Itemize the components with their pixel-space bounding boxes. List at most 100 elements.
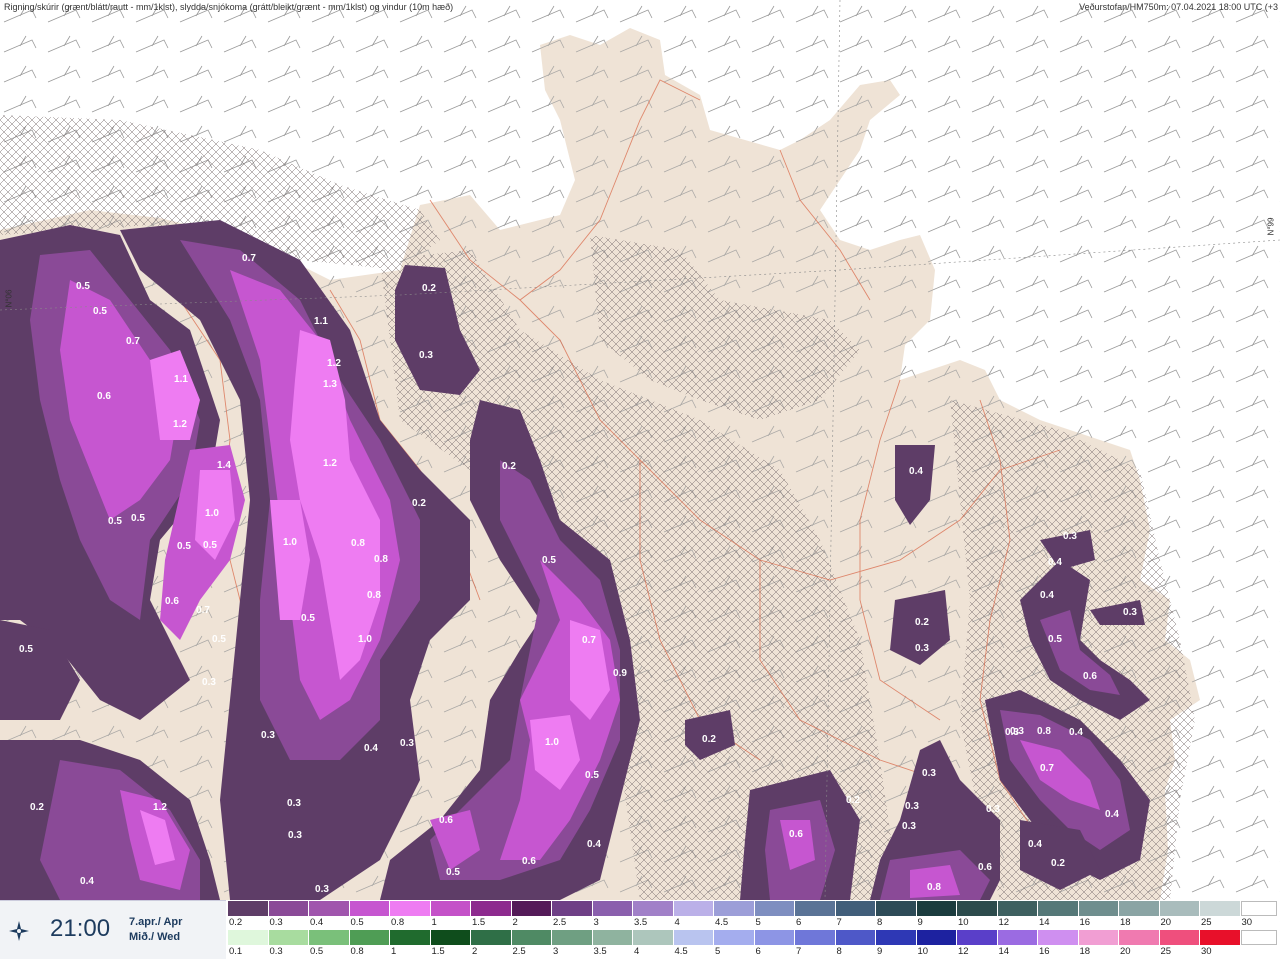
precip-value-label: 0.2 — [915, 617, 929, 628]
rain-swatch — [349, 930, 390, 945]
precip-value-label: 0.6 — [97, 391, 111, 402]
rain-swatch — [1119, 930, 1160, 945]
rain-label: 30 — [1201, 946, 1212, 957]
rain-swatch-end — [1240, 930, 1277, 945]
precip-value-label: 0.4 — [909, 466, 923, 477]
precip-value-label: 0.5 — [542, 555, 556, 566]
snow-label: 10 — [958, 917, 969, 928]
rain-label: 1.5 — [431, 946, 445, 957]
snow-label: 18 — [1120, 917, 1131, 928]
snow-swatch — [430, 901, 471, 916]
snow-swatch — [309, 901, 350, 916]
vedurstofan-logo-icon — [9, 921, 29, 941]
snow-label: 4 — [674, 917, 680, 928]
snow-label: 0.3 — [269, 917, 283, 928]
precip-value-label: 1.0 — [205, 508, 219, 519]
snow-swatch — [876, 901, 917, 916]
snow-swatch — [228, 901, 269, 916]
precip-value-label: 0.3 — [986, 804, 1000, 815]
forecast-date: 7.apr./ Apr — [129, 916, 183, 928]
precip-value-label: 0.5 — [131, 513, 145, 524]
rain-label: 6 — [755, 946, 761, 957]
precip-value-label: 0.6 — [789, 829, 803, 840]
snow-label: 0.5 — [350, 917, 364, 928]
snow-label: 0.4 — [310, 917, 324, 928]
precip-value-label: 0.6 — [439, 815, 453, 826]
precip-value-label: 0.3 — [905, 801, 919, 812]
precip-value-label: 0.3 — [202, 677, 216, 688]
rain-swatch — [592, 930, 633, 945]
rain-label: 4.5 — [674, 946, 688, 957]
snow-label: 2 — [512, 917, 518, 928]
snow-label: 7 — [836, 917, 842, 928]
model-run-info: Veðurstofan/HM750m: 07.04.2021 18:00 UTC… — [1079, 2, 1278, 12]
rain-swatch — [1159, 930, 1200, 945]
rain-swatch — [754, 930, 795, 945]
snow-label: 9 — [917, 917, 923, 928]
precip-value-label: 1.2 — [153, 802, 167, 813]
snow-swatch — [1078, 901, 1119, 916]
precip-value-label: 0.5 — [585, 770, 599, 781]
rain-swatch — [633, 930, 674, 945]
snow-swatch — [1038, 901, 1079, 916]
precip-value-label: 0.3 — [261, 730, 275, 741]
precip-value-label: 1.0 — [545, 737, 559, 748]
precip-value-label: 0.6 — [1083, 671, 1097, 682]
precip-value-label: 1.2 — [327, 358, 341, 369]
rain-label: 18 — [1079, 946, 1091, 957]
latitude-label-right: N°99 — [1266, 217, 1276, 236]
rain-swatch — [916, 930, 957, 945]
precip-value-label: 0.4 — [1040, 590, 1054, 601]
rain-swatch — [430, 930, 471, 945]
rain-label: 1 — [391, 946, 397, 957]
precip-value-label: 0.4 — [364, 743, 378, 754]
weather-map: 0.5 0.5 0.7 0.6 0.7 1.1 1.2 1.3 1.2 0.2 1.1 1.2 1.4 1… — [0, 0, 1280, 901]
rain-label: 14 — [998, 946, 1010, 957]
precip-value-label: 1.1 — [174, 374, 188, 385]
precip-value-label: 0.2 — [502, 461, 516, 472]
rain-label: 9 — [877, 946, 883, 957]
precip-value-label: 0.8 — [374, 554, 388, 565]
snow-swatch — [552, 901, 593, 916]
precip-value-label: 1.0 — [358, 634, 372, 645]
snow-swatch — [835, 901, 876, 916]
snow-label: 8 — [877, 917, 883, 928]
snow-swatch — [633, 901, 674, 916]
precip-value-label: 0.6 — [978, 862, 992, 873]
rain-label: 0.1 — [229, 946, 243, 957]
snow-swatch — [390, 901, 431, 916]
snow-label: 20 — [1160, 917, 1172, 928]
snow-swatch — [916, 901, 957, 916]
snow-swatch — [511, 901, 552, 916]
precip-value-label: 0.3 — [1123, 607, 1137, 618]
forecast-weekday: Mið./ Wed — [129, 931, 181, 943]
snow-swatch — [1159, 901, 1200, 916]
rain-label: 25 — [1160, 946, 1172, 957]
snow-swatch — [997, 901, 1038, 916]
snow-swatch — [795, 901, 836, 916]
precip-value-label: 1.2 — [173, 419, 187, 430]
rain-label: 3.5 — [593, 946, 607, 957]
precip-value-label: 0.5 — [1048, 634, 1062, 645]
precip-value-label: 0.5 — [203, 540, 217, 551]
snow-label: 6 — [796, 917, 802, 928]
rain-swatch — [997, 930, 1038, 945]
rain-swatch — [876, 930, 917, 945]
precip-value-label: 1.3 — [323, 379, 337, 390]
snow-label: 12 — [998, 917, 1010, 928]
precip-value-label: 0.5 — [212, 634, 226, 645]
rain-label: 4 — [634, 946, 640, 957]
rain-swatch — [795, 930, 836, 945]
snow-label: 0.8 — [391, 917, 405, 928]
precip-value-label: 0.3 — [287, 798, 301, 809]
rain-swatch — [552, 930, 593, 945]
rain-label: 2.5 — [512, 946, 526, 957]
precip-value-label: 0.8 — [351, 538, 365, 549]
snow-swatch — [673, 901, 714, 916]
precip-value-label: 0.2 — [422, 283, 436, 294]
snow-swatch — [471, 901, 512, 916]
precip-value-label: 0.3 — [419, 350, 433, 361]
rain-swatch — [673, 930, 714, 945]
snow-swatch — [1200, 901, 1241, 916]
precip-value-label: 0.3 — [915, 643, 929, 654]
